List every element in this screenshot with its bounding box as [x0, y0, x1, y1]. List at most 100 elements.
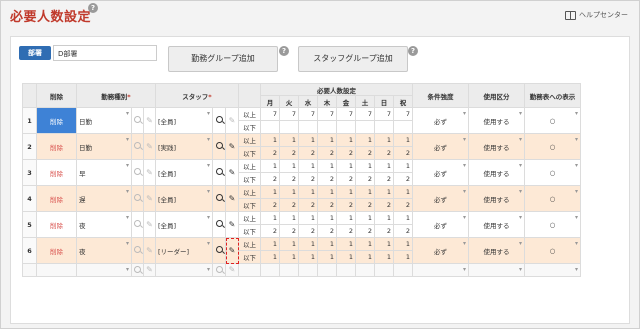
min-count-input[interactable]: 1 — [355, 237, 375, 251]
max-count-input[interactable]: 2 — [355, 172, 375, 186]
min-count-input[interactable]: 1 — [279, 159, 299, 173]
max-count-input[interactable] — [393, 120, 413, 134]
min-count-input[interactable]: 7 — [260, 107, 280, 121]
staff-search-button[interactable] — [212, 185, 226, 212]
count-input[interactable] — [393, 263, 413, 277]
min-count-input[interactable]: 1 — [260, 133, 280, 147]
max-count-input[interactable]: 2 — [355, 198, 375, 212]
max-count-input[interactable]: 2 — [393, 198, 413, 212]
delete-link[interactable]: 削除 — [36, 107, 77, 134]
max-count-input[interactable]: 2 — [393, 224, 413, 238]
display-select[interactable]: ○ ▾ — [524, 185, 581, 212]
min-count-input[interactable]: 1 — [298, 185, 318, 199]
max-count-input[interactable]: 2 — [336, 172, 356, 186]
shift-search-button[interactable] — [131, 211, 144, 238]
shift-edit-button[interactable]: ✎ — [143, 107, 156, 134]
staff-select[interactable]: ▾ — [155, 263, 213, 277]
add-shift-group-button[interactable]: 勤務グループ追加 — [168, 46, 278, 72]
min-count-input[interactable]: 1 — [260, 237, 280, 251]
shift-search-button[interactable] — [131, 185, 144, 212]
shift-edit-button[interactable]: ✎ — [143, 159, 156, 186]
usage-select[interactable]: 使用する ▾ — [468, 237, 525, 264]
max-count-input[interactable]: 1 — [279, 250, 299, 264]
max-count-input[interactable]: 2 — [279, 224, 299, 238]
staff-select[interactable]: [全員] ▾ — [155, 159, 213, 186]
min-count-input[interactable]: 1 — [317, 211, 337, 225]
shift-type-select[interactable]: ▾ — [76, 263, 132, 277]
min-count-input[interactable]: 1 — [298, 237, 318, 251]
display-select[interactable]: ○ ▾ — [524, 133, 581, 160]
max-count-input[interactable]: 2 — [298, 172, 318, 186]
max-count-input[interactable]: 1 — [260, 250, 280, 264]
count-input[interactable] — [317, 263, 337, 277]
shift-search-button[interactable] — [131, 263, 144, 277]
shift-group-help-icon[interactable]: ? — [279, 46, 289, 56]
min-count-input[interactable]: 1 — [298, 211, 318, 225]
min-count-input[interactable]: 1 — [393, 237, 413, 251]
count-input[interactable] — [260, 263, 280, 277]
max-count-input[interactable]: 2 — [374, 146, 394, 160]
max-count-input[interactable]: 1 — [393, 250, 413, 264]
count-input[interactable] — [298, 263, 318, 277]
max-count-input[interactable]: 2 — [355, 146, 375, 160]
min-count-input[interactable]: 1 — [260, 211, 280, 225]
max-count-input[interactable]: 2 — [317, 198, 337, 212]
max-count-input[interactable]: 2 — [374, 224, 394, 238]
usage-select[interactable]: 使用する ▾ — [468, 159, 525, 186]
min-count-input[interactable]: 7 — [374, 107, 394, 121]
max-count-input[interactable]: 2 — [393, 146, 413, 160]
min-count-input[interactable]: 1 — [393, 185, 413, 199]
min-count-input[interactable]: 1 — [355, 133, 375, 147]
delete-link[interactable]: 削除 — [36, 133, 77, 160]
max-count-input[interactable] — [336, 120, 356, 134]
staff-search-button[interactable] — [212, 237, 226, 264]
min-count-input[interactable]: 7 — [298, 107, 318, 121]
staff-edit-button[interactable]: ✎ — [225, 237, 239, 264]
min-count-input[interactable]: 1 — [374, 159, 394, 173]
delete-link[interactable]: 削除 — [36, 237, 77, 264]
shift-edit-button[interactable]: ✎ — [143, 211, 156, 238]
min-count-input[interactable]: 1 — [374, 211, 394, 225]
staff-search-button[interactable] — [212, 133, 226, 160]
max-count-input[interactable]: 2 — [298, 224, 318, 238]
min-count-input[interactable]: 1 — [336, 237, 356, 251]
min-count-input[interactable]: 7 — [336, 107, 356, 121]
delete-link[interactable]: 削除 — [36, 185, 77, 212]
dept-field[interactable]: D部署 — [53, 45, 157, 61]
min-count-input[interactable]: 7 — [317, 107, 337, 121]
count-input[interactable] — [355, 263, 375, 277]
help-center-link[interactable]: ヘルプセンター — [565, 10, 628, 20]
min-count-input[interactable]: 1 — [317, 185, 337, 199]
shift-edit-button[interactable]: ✎ — [143, 263, 156, 277]
max-count-input[interactable]: 2 — [317, 146, 337, 160]
display-select[interactable]: ○ ▾ — [524, 211, 581, 238]
min-count-input[interactable]: 1 — [393, 159, 413, 173]
max-count-input[interactable] — [260, 120, 280, 134]
min-count-input[interactable]: 7 — [393, 107, 413, 121]
shift-search-button[interactable] — [131, 159, 144, 186]
staff-edit-button[interactable]: ✎ — [225, 107, 239, 134]
max-count-input[interactable] — [317, 120, 337, 134]
min-count-input[interactable]: 1 — [374, 237, 394, 251]
min-count-input[interactable]: 1 — [336, 185, 356, 199]
staff-edit-button[interactable]: ✎ — [225, 211, 239, 238]
display-select[interactable]: ○ ▾ — [524, 107, 581, 134]
max-count-input[interactable]: 1 — [317, 250, 337, 264]
max-count-input[interactable]: 2 — [260, 224, 280, 238]
condition-select[interactable]: 必ず ▾ — [412, 159, 469, 186]
max-count-input[interactable] — [279, 120, 299, 134]
shift-type-select[interactable]: 日勤 ▾ — [76, 133, 132, 160]
usage-select[interactable]: 使用する ▾ — [468, 133, 525, 160]
max-count-input[interactable]: 1 — [355, 250, 375, 264]
display-select[interactable]: ○ ▾ — [524, 159, 581, 186]
count-input[interactable] — [336, 263, 356, 277]
staff-search-button[interactable] — [212, 159, 226, 186]
max-count-input[interactable]: 2 — [279, 146, 299, 160]
max-count-input[interactable]: 1 — [374, 250, 394, 264]
max-count-input[interactable]: 2 — [355, 224, 375, 238]
add-staff-group-button[interactable]: スタッフグループ追加 — [298, 46, 408, 72]
usage-select[interactable]: 使用する ▾ — [468, 185, 525, 212]
max-count-input[interactable]: 1 — [298, 250, 318, 264]
staff-select[interactable]: [全員] ▾ — [155, 107, 213, 134]
delete-link[interactable]: 削除 — [36, 211, 77, 238]
